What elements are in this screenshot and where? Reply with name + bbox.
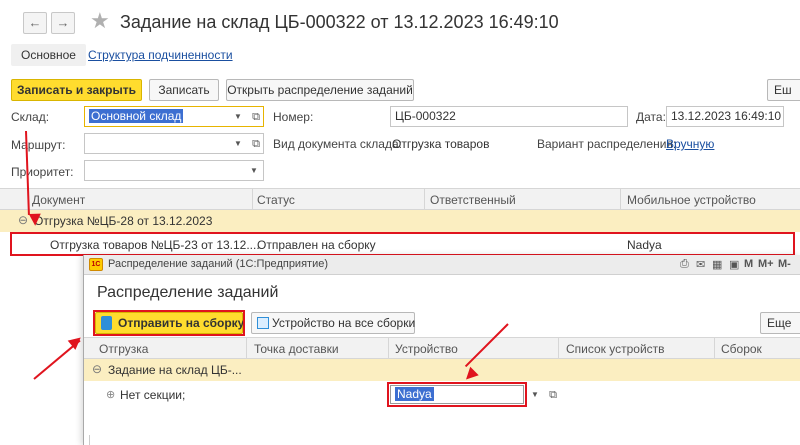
group-row-label: Отгрузка №ЦБ-28 от 13.12.2023 xyxy=(34,214,213,228)
warehouse-label: Склад: xyxy=(11,110,50,124)
window-title: Распределение заданий (1С:Предприятие) xyxy=(108,258,328,270)
device-all-button[interactable]: Устройство на все сборки xyxy=(251,312,415,334)
memory-plus-icon[interactable]: M+ xyxy=(758,258,774,270)
grid-header: Документ Статус Ответственный Мобильное … xyxy=(0,188,800,210)
sub-grid-header: Отгрузка Точка доставки Устройство Списо… xyxy=(84,337,800,359)
device-all-icon xyxy=(257,317,269,329)
date-field[interactable]: 13.12.2023 16:49:10 xyxy=(666,106,784,127)
distribution-window: 1С Распределение заданий (1С:Предприятие… xyxy=(83,255,800,445)
expand-icon[interactable]: ⊕ xyxy=(106,388,115,401)
col-divider xyxy=(388,337,389,359)
route-open-icon[interactable]: ⧉ xyxy=(249,137,263,151)
sub-col-shipment[interactable]: Отгрузка xyxy=(99,342,148,356)
sub-col-assemblies[interactable]: Сборок xyxy=(721,342,762,356)
sub-more-button[interactable]: Еще xyxy=(760,312,800,334)
col-divider xyxy=(252,188,253,210)
sub-collapse-icon[interactable]: ⊖ xyxy=(92,362,102,376)
memory-minus-icon[interactable]: M- xyxy=(778,258,791,270)
warehouse-dropdown-icon[interactable]: ▼ xyxy=(231,107,245,126)
table-icon[interactable]: ▦ xyxy=(712,258,722,271)
forward-arrow-icon: → xyxy=(56,15,70,30)
forward-button[interactable]: → xyxy=(51,12,75,34)
sub-col-device-list[interactable]: Список устройств xyxy=(566,342,665,356)
sub-col-delivery-point[interactable]: Точка доставки xyxy=(254,342,339,356)
sub-row-label: Нет секции; xyxy=(120,388,186,402)
col-document[interactable]: Документ xyxy=(32,193,85,207)
print-icon[interactable]: ⎙ xyxy=(680,258,689,271)
mail-icon[interactable]: ✉ xyxy=(696,258,705,271)
app-icon: 1С xyxy=(89,258,103,271)
annotation-arrow-head xyxy=(28,213,42,226)
sub-group-label: Задание на склад ЦБ-... xyxy=(108,363,242,377)
priority-label: Приоритет: xyxy=(11,165,74,179)
col-responsible[interactable]: Ответственный xyxy=(430,193,516,207)
route-label: Маршрут: xyxy=(11,138,66,152)
route-dropdown-icon[interactable]: ▼ xyxy=(231,134,245,153)
device-dropdown-icon[interactable]: ▼ xyxy=(528,385,542,404)
back-button[interactable]: ← xyxy=(23,12,47,34)
highlight-device-box xyxy=(387,382,527,407)
divider xyxy=(89,435,90,445)
device-all-label: Устройство на все сборки xyxy=(272,316,416,330)
col-divider xyxy=(714,337,715,359)
window-titlebar: 1С Распределение заданий (1С:Предприятие… xyxy=(84,255,800,275)
warehouse-value: Основной склад xyxy=(89,109,184,123)
doc-type-label: Вид документа склада: xyxy=(273,137,402,151)
variant-label: Вариант распределения: xyxy=(537,137,677,151)
grid-group-row[interactable]: ⊖ Отгрузка №ЦБ-28 от 13.12.2023 xyxy=(0,210,800,232)
col-divider xyxy=(620,188,621,210)
col-status[interactable]: Статус xyxy=(257,193,295,207)
doc-type-value: Отгрузка товаров xyxy=(392,137,490,151)
page-title: Задание на склад ЦБ-000322 от 13.12.2023… xyxy=(120,12,559,32)
number-label: Номер: xyxy=(273,110,314,124)
save-and-close-button[interactable]: Записать и закрыть xyxy=(11,79,142,101)
tab-structure[interactable]: Структура подчиненности xyxy=(88,48,233,62)
memory-icon[interactable]: M xyxy=(744,258,753,270)
tab-main[interactable]: Основное xyxy=(11,44,86,66)
col-divider xyxy=(246,337,247,359)
highlight-row-box xyxy=(10,232,795,256)
collapse-icon[interactable]: ⊖ xyxy=(18,213,28,227)
col-mobile-device[interactable]: Мобильное устройство xyxy=(627,193,756,207)
priority-field[interactable] xyxy=(84,160,264,181)
sub-group-row[interactable]: ⊖ Задание на склад ЦБ-... xyxy=(84,359,800,381)
priority-dropdown-icon[interactable]: ▼ xyxy=(247,161,261,180)
device-open-icon[interactable]: ⧉ xyxy=(546,388,560,402)
sub-col-device[interactable]: Устройство xyxy=(395,342,458,356)
variant-link[interactable]: Вручную xyxy=(666,137,714,151)
more-button[interactable]: Еш xyxy=(767,79,800,101)
open-distribution-button[interactable]: Открыть распределение заданий xyxy=(226,79,414,101)
favorite-star-icon[interactable]: ★ xyxy=(90,8,110,34)
col-divider xyxy=(424,188,425,210)
save-button[interactable]: Записать xyxy=(149,79,219,101)
calendar-icon[interactable]: ▣ xyxy=(729,258,739,271)
col-divider xyxy=(558,337,559,359)
date-label: Дата: xyxy=(636,110,666,124)
warehouse-open-icon[interactable]: ⧉ xyxy=(249,110,263,124)
highlight-send-box xyxy=(93,310,245,336)
back-arrow-icon: ← xyxy=(28,15,42,30)
window-heading: Распределение заданий xyxy=(97,284,279,301)
number-field[interactable]: ЦБ-000322 xyxy=(390,106,628,127)
